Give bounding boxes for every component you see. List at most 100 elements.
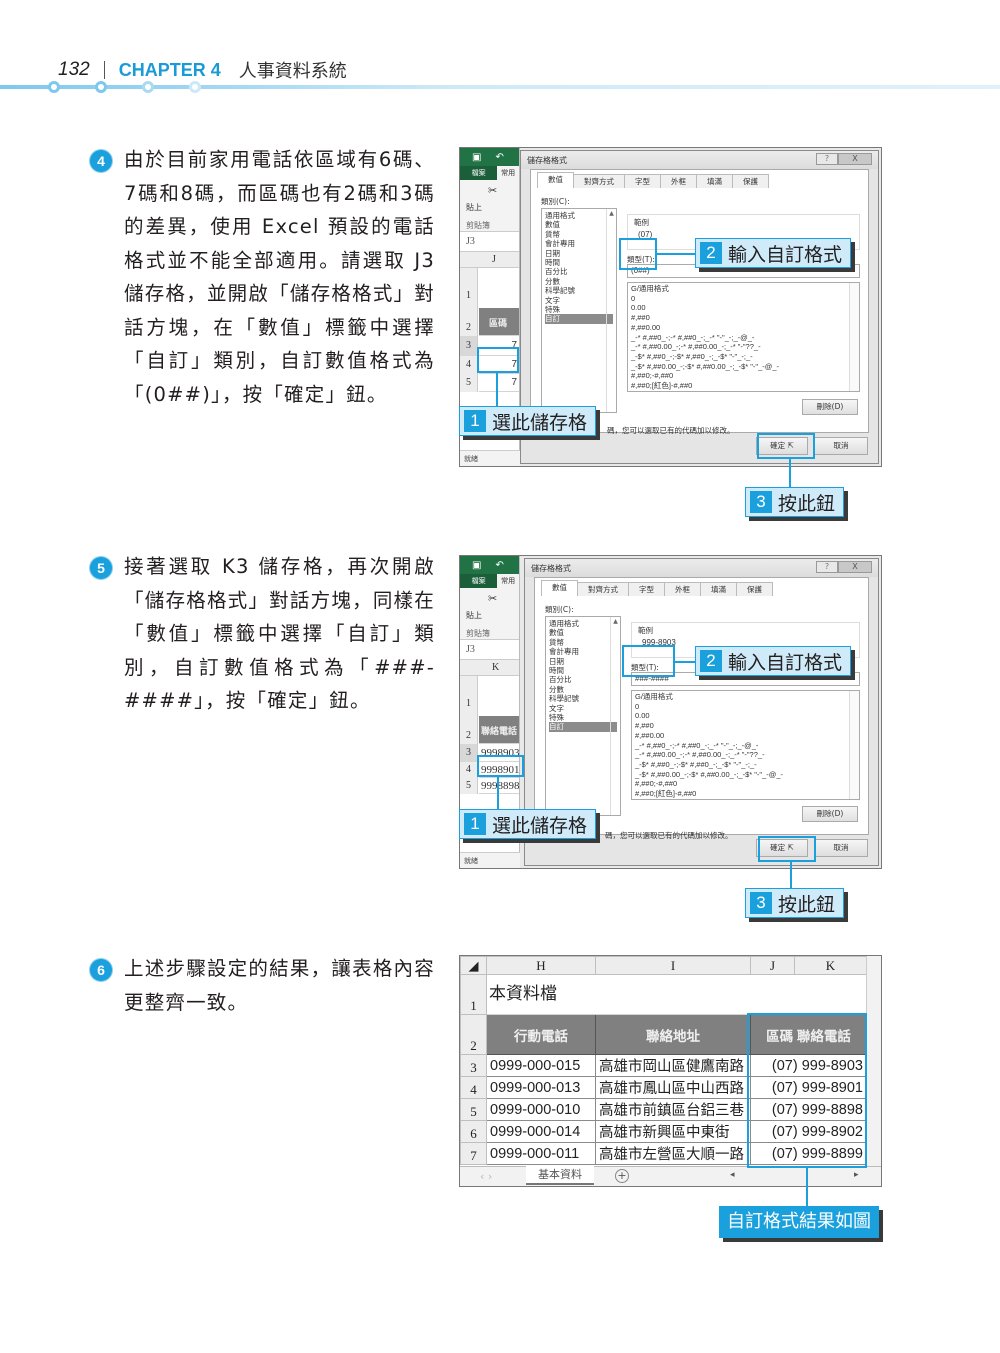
format-item[interactable]: _-* #,##0_-;-* #,##0_-;_-* "-"_-;_-@_- <box>635 741 856 751</box>
tab-home[interactable]: 常用 <box>497 166 519 180</box>
format-list[interactable]: G/通用格式 0 0.00 #,##0 #,##0.00 _-* #,##0_-… <box>627 282 860 392</box>
tab-number[interactable]: 數值 <box>537 172 574 188</box>
category-item[interactable]: 貨幣 <box>549 638 617 647</box>
add-sheet-button[interactable]: + <box>615 1169 629 1183</box>
undo-icon[interactable]: ↶ <box>495 152 503 163</box>
cell-mobile[interactable]: 0999-000-015 <box>486 1054 596 1077</box>
tab-alignment[interactable]: 對齊方式 <box>573 174 625 188</box>
cell-address[interactable]: 高雄市鳳山區中山西路 <box>595 1076 751 1099</box>
tab-border[interactable]: 外框 <box>664 582 701 596</box>
category-item[interactable]: 文字 <box>545 296 613 305</box>
category-item[interactable]: 文字 <box>549 704 617 713</box>
cell[interactable]: 9998898 <box>479 778 519 794</box>
tab-number[interactable]: 數值 <box>541 580 578 596</box>
category-item-selected[interactable]: 自訂 <box>545 314 613 324</box>
category-item[interactable]: 通用格式 <box>545 211 613 220</box>
category-item[interactable]: 通用格式 <box>549 619 617 628</box>
tab-fill[interactable]: 填滿 <box>700 582 737 596</box>
category-item[interactable]: 分數 <box>545 277 613 286</box>
name-box[interactable]: J3 <box>460 640 519 660</box>
tab-protection[interactable]: 保護 <box>732 174 769 188</box>
format-item[interactable]: _-* #,##0.00_-;-* #,##0.00_-;_-* "-"??_- <box>635 750 856 760</box>
cell-address[interactable]: 高雄市左營區大順一路 <box>595 1142 751 1165</box>
sheet-nav-arrows[interactable]: ‹ › <box>480 1170 492 1183</box>
scrollbar[interactable] <box>849 283 859 391</box>
column-header[interactable]: J <box>750 956 795 975</box>
category-item[interactable]: 分數 <box>549 685 617 694</box>
format-item[interactable]: 0 <box>631 294 856 304</box>
category-list[interactable]: 通用格式 數值 貨幣 會計專用 日期 時間 百分比 分數 科學記號 文字 特殊 … <box>541 208 617 413</box>
format-item[interactable]: #,##0.00 <box>635 731 856 741</box>
format-item[interactable]: 0 <box>635 702 856 712</box>
delete-button[interactable]: 刪除(D) <box>802 399 858 415</box>
close-button[interactable]: X <box>838 153 872 165</box>
category-item[interactable]: 科學記號 <box>549 694 617 703</box>
row-header[interactable]: 4 <box>460 1076 487 1099</box>
save-icon[interactable]: ▣ <box>472 152 481 163</box>
category-item[interactable]: 會計專用 <box>545 239 613 248</box>
paste-button[interactable]: 貼上 <box>466 610 482 621</box>
name-box[interactable]: J3 <box>460 232 519 252</box>
format-item[interactable]: #,##0.00 <box>631 323 856 333</box>
save-icon[interactable]: ▣ <box>472 560 481 571</box>
cell[interactable]: 7 <box>479 374 519 392</box>
category-item[interactable]: 會計專用 <box>549 647 617 656</box>
cell-address[interactable]: 高雄市前鎮區台鋁三巷 <box>595 1098 751 1121</box>
help-button[interactable]: ? <box>816 561 838 573</box>
row-header[interactable]: 5 <box>460 1098 487 1121</box>
help-button[interactable]: ? <box>816 153 838 165</box>
header-cell[interactable]: 聯絡電話 <box>479 716 519 744</box>
cancel-button[interactable]: 取消 <box>814 437 868 455</box>
format-item[interactable]: 0.00 <box>635 711 856 721</box>
row-header[interactable]: 1 <box>460 974 487 1015</box>
category-item[interactable]: 數值 <box>545 220 613 229</box>
category-item[interactable]: 科學記號 <box>545 286 613 295</box>
format-item[interactable]: _-* #,##0.00_-;-* #,##0.00_-;_-* "-"??_- <box>631 342 856 352</box>
scroll-right-icon[interactable]: ▸ <box>854 1170 859 1180</box>
category-item[interactable]: 百分比 <box>549 675 617 684</box>
category-item[interactable]: 日期 <box>549 657 617 666</box>
tab-file[interactable]: 檔案 <box>460 574 498 588</box>
cell-address[interactable]: 高雄市岡山區健鷹南路 <box>595 1054 751 1077</box>
format-list[interactable]: G/通用格式 0 0.00 #,##0 #,##0.00 _-* #,##0_-… <box>631 690 860 800</box>
tab-font[interactable]: 字型 <box>628 582 665 596</box>
column-header[interactable]: H <box>486 956 596 975</box>
format-item[interactable]: _-$* #,##0_-;-$* #,##0_-;_-$* "-"_-;_- <box>631 352 856 362</box>
format-item[interactable]: #,##0;-#,##0 <box>635 779 856 789</box>
paste-button[interactable]: 貼上 <box>466 202 482 213</box>
cell-mobile[interactable]: 0999-000-010 <box>486 1098 596 1121</box>
category-item[interactable]: 日期 <box>545 249 613 258</box>
format-item[interactable]: G/通用格式 <box>635 692 856 702</box>
row-header[interactable]: 6 <box>460 1120 487 1143</box>
header-address[interactable]: 聯絡地址 <box>595 1014 751 1055</box>
sheet-title[interactable]: 本資料檔 <box>486 974 867 1015</box>
tab-alignment[interactable]: 對齊方式 <box>577 582 629 596</box>
format-item[interactable]: #,##0;-#,##0 <box>631 371 856 381</box>
scroll-left-icon[interactable]: ◂ <box>730 1170 735 1180</box>
tab-protection[interactable]: 保護 <box>736 582 773 596</box>
cut-icon[interactable]: ✂ <box>488 184 497 197</box>
format-item[interactable]: #,##0;[紅色]-#,##0 <box>635 789 856 799</box>
cell-address[interactable]: 高雄市新興區中東街 <box>595 1120 751 1143</box>
column-header[interactable]: I <box>595 956 751 975</box>
close-button[interactable]: X <box>838 561 872 573</box>
sheet-tab[interactable]: 基本資料 <box>526 1166 594 1185</box>
format-item[interactable]: #,##0 <box>631 313 856 323</box>
vertical-scrollbar[interactable] <box>866 956 881 1168</box>
row-header[interactable]: 7 <box>460 1142 487 1165</box>
category-item[interactable]: 數值 <box>549 628 617 637</box>
tab-border[interactable]: 外框 <box>660 174 697 188</box>
cell-mobile[interactable]: 0999-000-013 <box>486 1076 596 1099</box>
row-header[interactable]: 3 <box>460 1054 487 1077</box>
select-all-corner[interactable]: ◢ <box>460 956 487 975</box>
category-list[interactable]: 通用格式 數值 貨幣 會計專用 日期 時間 百分比 分數 科學記號 文字 特殊 … <box>545 616 621 816</box>
cancel-button[interactable]: 取消 <box>814 839 868 857</box>
category-item[interactable]: 貨幣 <box>545 230 613 239</box>
format-item[interactable]: _-$* #,##0.00_-;-$* #,##0.00_-;_-$* "-"_… <box>631 362 856 372</box>
format-item[interactable]: _-$* #,##0_-;-$* #,##0_-;_-$* "-"_-;_- <box>635 760 856 770</box>
scrollbar[interactable]: ▲ <box>610 617 620 815</box>
format-item[interactable]: G/通用格式 <box>631 284 856 294</box>
format-item[interactable]: 0.00 <box>631 303 856 313</box>
format-item[interactable]: _-* #,##0_-;-* #,##0_-;_-* "-"_-;_-@_- <box>631 333 856 343</box>
column-header[interactable]: K <box>794 956 867 975</box>
